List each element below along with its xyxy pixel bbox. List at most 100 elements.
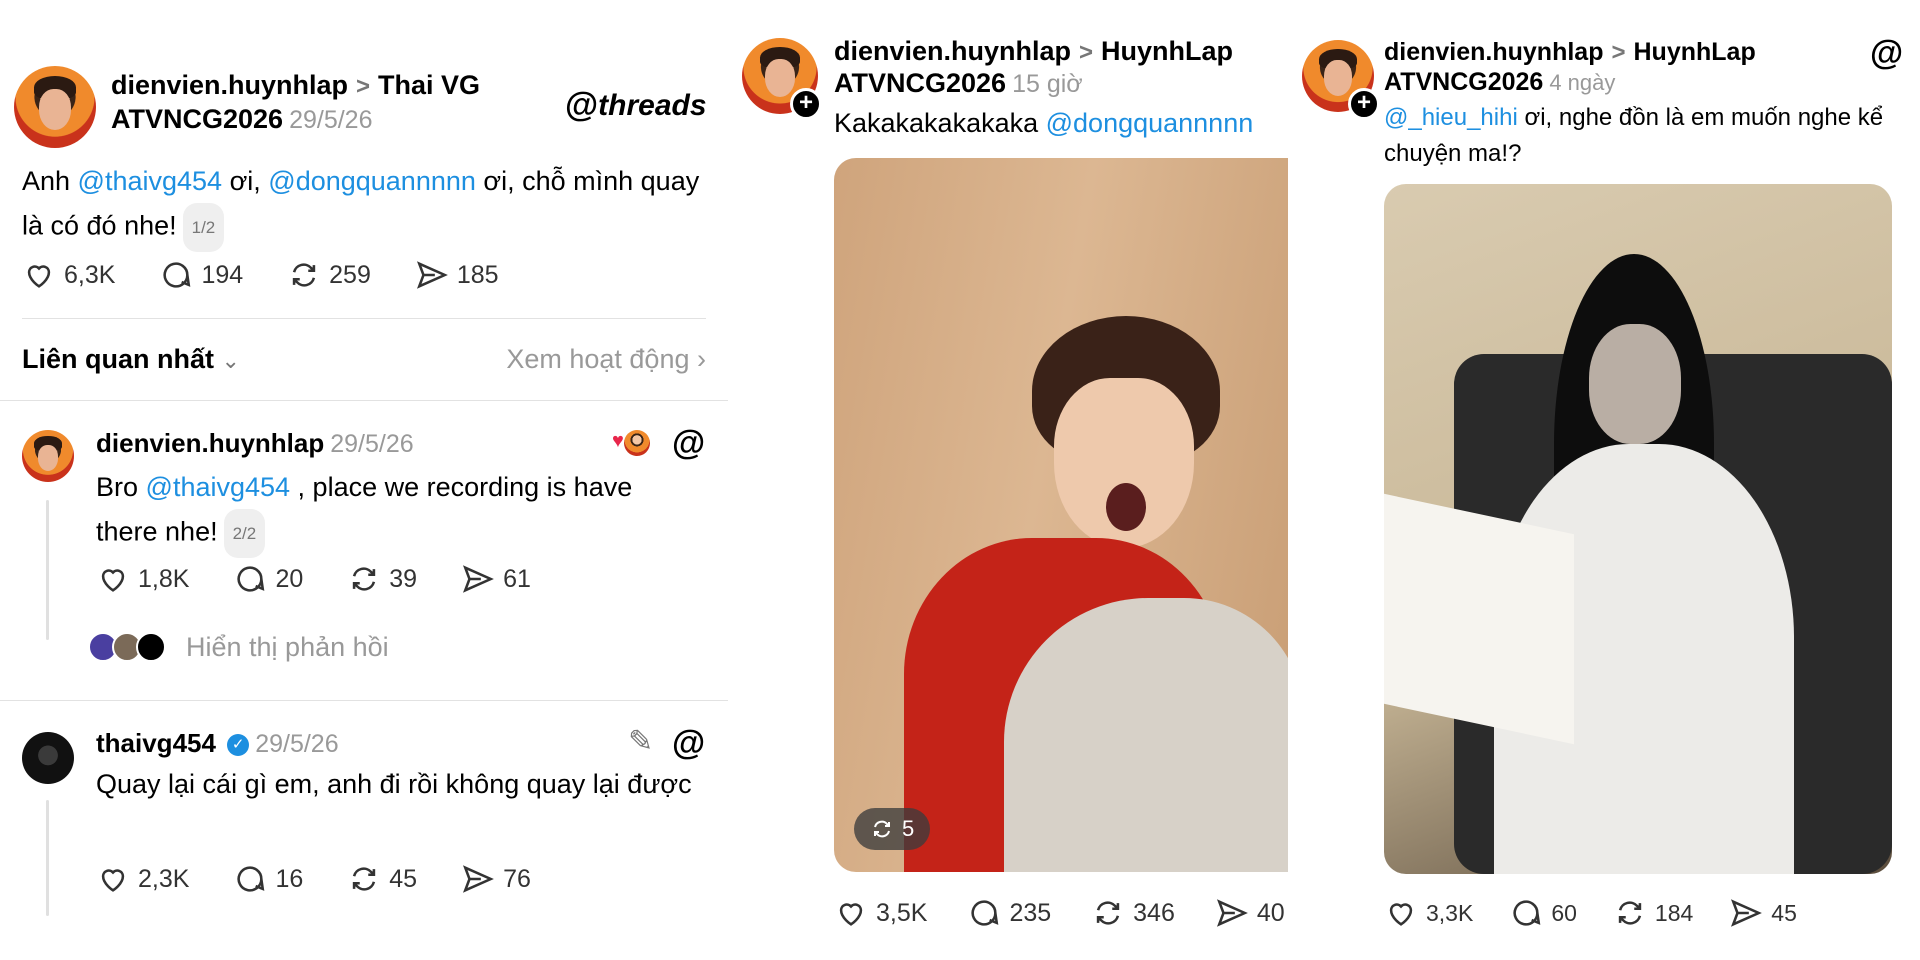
heart-icon xyxy=(27,265,51,288)
image-mouth xyxy=(1106,483,1146,531)
repost-button[interactable]: 39 xyxy=(347,562,417,596)
share-count: 45 xyxy=(1771,899,1797,926)
tag-line: ATVNCG2026 4 ngày xyxy=(1384,68,1615,97)
share-count: 40 xyxy=(1256,898,1285,927)
username[interactable]: dienvien.huynhlap xyxy=(834,36,1071,66)
username[interactable]: dienvien.huynhlap xyxy=(111,70,348,100)
send-icon xyxy=(416,261,448,289)
comment-icon xyxy=(1513,900,1541,926)
reply-date: 29/5/26 xyxy=(330,430,414,458)
reply-date: 29/5/26 xyxy=(255,730,339,758)
sort-label: Liên quan nhất xyxy=(22,344,214,374)
post-actions: 3,3K 60 184 45 xyxy=(1384,896,1797,930)
sort-dropdown[interactable]: Liên quan nhất ⌄ xyxy=(22,344,240,375)
repost-icon xyxy=(353,567,376,591)
like-count: 3,3K xyxy=(1426,899,1474,926)
repost-count: 346 xyxy=(1133,898,1175,927)
thread-panel-middle: + dienvien.huynhlap > HuynhLap ATVNCG2026 1… xyxy=(728,0,1288,960)
repost-icon xyxy=(1618,901,1642,925)
repost-button[interactable]: 346 xyxy=(1091,896,1175,930)
post-header: dienvien.huynhlap > HuynhLap xyxy=(834,36,1233,67)
repost-count: 45 xyxy=(389,864,418,893)
mention-link[interactable]: @_hieu_hihi xyxy=(1384,104,1518,131)
threads-icon[interactable]: @ xyxy=(672,424,705,463)
show-replies-link[interactable]: Hiển thị phản hồi xyxy=(186,632,389,663)
send-icon xyxy=(1731,899,1763,927)
avatar[interactable] xyxy=(14,66,96,148)
comment-button[interactable]: 16 xyxy=(233,862,303,896)
comment-button[interactable]: 60 xyxy=(1509,896,1577,930)
tag-label[interactable]: Thai VG xyxy=(378,70,480,100)
username[interactable]: dienvien.huynhlap xyxy=(1384,38,1603,66)
threads-icon[interactable]: @ xyxy=(1870,34,1903,73)
divider xyxy=(0,700,728,701)
repost-icon xyxy=(1096,901,1120,925)
share-button[interactable]: 40 xyxy=(1215,896,1285,930)
share-button[interactable]: 185 xyxy=(415,258,499,292)
image-paper xyxy=(1384,493,1574,745)
post-image[interactable]: 5 xyxy=(834,158,1288,872)
repost-icon xyxy=(874,820,890,838)
post-image[interactable] xyxy=(1384,184,1892,874)
follow-button[interactable]: + xyxy=(790,88,822,120)
share-button[interactable]: 61 xyxy=(461,562,531,596)
comment-icon xyxy=(237,866,265,892)
username[interactable]: dienvien.huynhlap xyxy=(96,428,324,458)
chevron-right-icon: > xyxy=(1079,39,1094,66)
comment-count: 20 xyxy=(275,564,304,593)
repost-button[interactable]: 45 xyxy=(347,862,417,896)
repost-count: 5 xyxy=(902,816,915,841)
thread-line xyxy=(46,500,49,640)
share-button[interactable]: 45 xyxy=(1729,896,1797,930)
threads-logo: @ threads xyxy=(565,86,707,125)
repost-icon xyxy=(292,263,316,287)
tag-label[interactable]: HuynhLap xyxy=(1101,36,1233,66)
repost-count: 39 xyxy=(389,564,418,593)
tag-label[interactable]: ATVNCG2026 xyxy=(111,104,283,134)
chevron-down-icon: ⌄ xyxy=(221,348,240,373)
avatar[interactable] xyxy=(22,430,74,482)
tag-label[interactable]: ATVNCG2026 xyxy=(1384,68,1543,96)
avatar xyxy=(136,632,166,662)
comment-button[interactable]: 20 xyxy=(233,562,303,596)
like-button[interactable]: 6,3K xyxy=(22,258,115,292)
chevron-right-icon: > xyxy=(1611,39,1626,66)
username[interactable]: thaivg454 xyxy=(96,728,216,758)
share-count: 76 xyxy=(503,864,531,893)
repost-button[interactable]: 259 xyxy=(287,258,371,292)
post-header: dienvien.huynhlap > HuynhLap xyxy=(1384,38,1756,67)
comment-button[interactable]: 194 xyxy=(159,258,243,292)
mention-link[interactable]: @dongquannnnn xyxy=(268,166,476,196)
avatar[interactable] xyxy=(22,732,74,784)
like-button[interactable]: 2,3K xyxy=(96,862,189,896)
tag-label[interactable]: ATVNCG2026 xyxy=(834,68,1006,98)
comment-button[interactable]: 235 xyxy=(967,896,1051,930)
post-text: @_hieu_hihi ơi, nghe đồn là em muốn nghe… xyxy=(1384,100,1904,172)
mention-link[interactable]: @dongquannnnn xyxy=(1046,108,1254,138)
edit-icon[interactable]: ✎ xyxy=(628,724,653,759)
comment-icon xyxy=(237,566,265,592)
repost-button[interactable]: 184 xyxy=(1613,896,1693,930)
verified-icon: ✓ xyxy=(227,734,250,757)
heart-icon xyxy=(1389,903,1413,926)
thread-pager: 1/2 xyxy=(182,203,225,252)
mention-link[interactable]: @thaivg454 xyxy=(78,166,223,196)
share-button[interactable]: 76 xyxy=(461,862,531,896)
like-button[interactable]: 3,5K xyxy=(834,896,927,930)
threads-icon[interactable]: @ xyxy=(672,724,705,763)
like-button[interactable]: 1,8K xyxy=(96,562,189,596)
mention-link[interactable]: @thaivg454 xyxy=(146,472,291,502)
heart-icon xyxy=(839,903,863,926)
heart-icon xyxy=(101,569,125,592)
like-button[interactable]: 3,3K xyxy=(1384,896,1473,930)
post-text: Kakakakakakaka @dongquannnnn xyxy=(834,102,1274,145)
follow-button[interactable]: + xyxy=(1348,88,1380,120)
view-activity-link[interactable]: Xem hoạt động › xyxy=(506,344,706,375)
chevron-right-icon: › xyxy=(697,344,706,374)
tag-label[interactable]: HuynhLap xyxy=(1634,38,1756,66)
tag-line: ATVNCG2026 15 giờ xyxy=(834,68,1083,99)
reply-avatars xyxy=(88,632,166,662)
image-face xyxy=(1589,324,1681,444)
repost-icon xyxy=(353,867,376,891)
reply-header: thaivg454 ✓ 29/5/26 xyxy=(96,728,339,759)
